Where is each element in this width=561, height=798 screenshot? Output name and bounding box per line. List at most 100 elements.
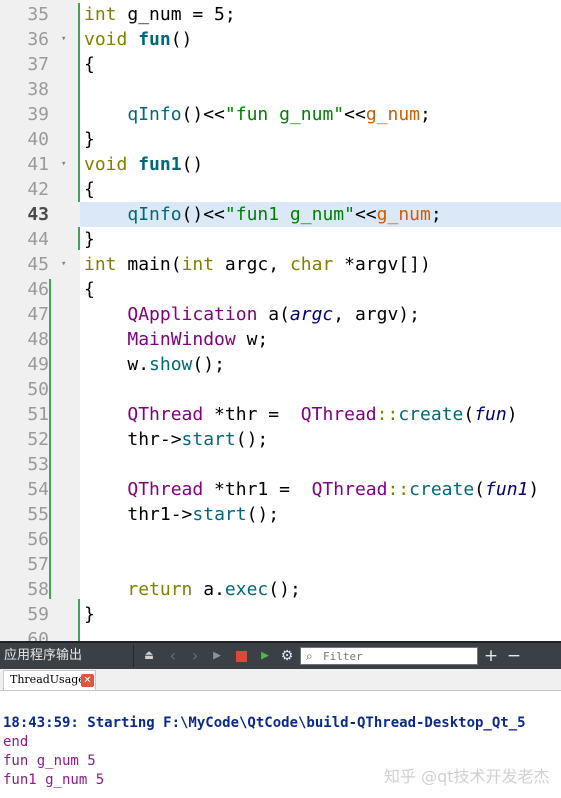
code-line[interactable]: 35 int g_num = 5; [0,2,561,27]
code-line[interactable]: 44 } [0,227,561,252]
code-text: { [84,179,95,200]
output-line: end [3,734,29,750]
code-line[interactable]: 49 w.show(); [0,352,561,377]
code-line[interactable]: 51 QThread *thr = QThread::create(fun) [0,402,561,427]
code-text: } [84,604,95,625]
remove-icon[interactable]: − [506,643,522,669]
line-number: 41 [27,154,49,175]
line-number: 37 [27,54,49,75]
code-text: { [84,279,95,300]
code-line[interactable]: 41 ▾ void fun1() [0,152,561,177]
line-number: 60 [27,629,49,641]
code-text: void fun1() [84,154,204,175]
close-icon[interactable]: ✕ [81,674,94,687]
settings-icon[interactable]: ⚙ [279,643,295,669]
line-number: 44 [27,229,49,250]
code-line[interactable]: 36 ▾ void fun() [0,27,561,52]
code-line[interactable]: 48 MainWindow w; [0,327,561,352]
code-line[interactable]: 42 { [0,177,561,202]
stop-icon[interactable] [233,643,249,669]
next-icon[interactable]: › [187,643,203,669]
code-line[interactable]: 38 [0,77,561,102]
code-text: int g_num = 5; [84,4,236,25]
line-number: 59 [27,604,49,625]
code-text: int main(int argc, char *argv[]) [84,254,431,275]
tab-label: ThreadUsage [10,673,85,686]
code-text: QThread *thr1 = QThread::create(fun1) [127,479,540,500]
fold-arrow-icon[interactable]: ▾ [61,152,66,177]
code-line[interactable]: 46 { [0,277,561,302]
code-text: thr->start(); [127,429,269,450]
current-code-line[interactable]: 43 qInfo()<<"fun1 g_num"<<g_num; [0,202,561,227]
search-icon: ⌕ [306,649,313,663]
code-line[interactable]: 58 return a.exec(); [0,577,561,602]
code-line[interactable]: 56 [0,527,561,552]
line-number: 57 [27,554,49,575]
add-icon[interactable]: + [483,643,499,669]
line-number: 54 [27,479,49,500]
line-number: 55 [27,504,49,525]
output-pane-toolbar: 应用程序输出 ⏏ ‹ › ▶ ▶ ⚙ ⌕ + − [0,641,561,669]
line-number: 49 [27,354,49,375]
code-text: w.show(); [127,354,225,375]
code-line[interactable]: 52 thr->start(); [0,427,561,452]
code-text: void fun() [84,29,193,50]
code-text: QApplication a(argc, argv); [127,304,420,325]
fold-arrow-icon[interactable]: ▾ [61,252,66,277]
pane-title: 应用程序输出 [4,648,83,663]
code-line[interactable]: 60 [0,627,561,641]
code-editor[interactable]: 35 int g_num = 5; 36 ▾ void fun() 37 { 38… [0,0,561,641]
line-number: 56 [27,529,49,550]
line-number: 46 [27,279,49,300]
code-line[interactable]: 54 QThread *thr1 = QThread::create(fun1) [0,477,561,502]
code-text: qInfo()<<"fun g_num"<<g_num; [127,104,431,125]
attach-icon[interactable]: ⏏ [141,643,157,669]
line-number: 36 [27,29,49,50]
code-line[interactable]: 39 qInfo()<<"fun g_num"<<g_num; [0,102,561,127]
line-number: 58 [27,579,49,600]
line-number: 35 [27,4,49,25]
filter-input[interactable] [323,648,473,664]
line-number: 51 [27,404,49,425]
line-number: 53 [27,454,49,475]
code-text: } [84,129,95,150]
line-number: 39 [27,104,49,125]
code-text: thr1->start(); [127,504,280,525]
code-line[interactable]: 47 QApplication a(argc, argv); [0,302,561,327]
fold-arrow-icon[interactable]: ▾ [61,27,66,52]
code-line[interactable]: 40 } [0,127,561,152]
output-line: 18:43:59: Starting F:\MyCode\QtCode\buil… [3,715,526,731]
line-number: 45 [27,254,49,275]
code-text: return a.exec(); [127,579,301,600]
line-number: 38 [27,79,49,100]
line-number: 42 [27,179,49,200]
code-line[interactable]: 55 thr1->start(); [0,502,561,527]
toolbar-separator [133,645,134,667]
code-text: } [84,229,95,250]
line-number: 50 [27,379,49,400]
code-line[interactable]: 50 [0,377,561,402]
code-line[interactable]: 37 { [0,52,561,77]
code-text: qInfo()<<"fun1 g_num"<<g_num; [127,204,442,225]
line-number: 47 [27,304,49,325]
code-line[interactable]: 45 ▾ int main(int argc, char *argv[]) [0,252,561,277]
line-number: 48 [27,329,49,350]
watermark: 知乎 @qt技术开发老杰 [384,767,550,786]
output-line: fun g_num 5 [3,753,96,769]
line-number: 52 [27,429,49,450]
code-line[interactable]: 53 [0,452,561,477]
output-line: fun1 g_num 5 [3,772,105,788]
code-text: { [84,54,95,75]
debug-run-icon[interactable]: ▶ [256,643,274,669]
prev-icon[interactable]: ‹ [165,643,181,669]
output-tab-bar: ThreadUsage ✕ [0,669,561,691]
code-line[interactable]: 59 } [0,602,561,627]
run-icon[interactable]: ▶ [209,643,225,669]
line-number: 40 [27,129,49,150]
code-text: QThread *thr = QThread::create(fun) [127,404,518,425]
line-number: 43 [27,204,49,225]
filter-box[interactable]: ⌕ [300,647,478,665]
code-text: MainWindow w; [127,329,269,350]
code-line[interactable]: 57 [0,552,561,577]
tab-threadusage[interactable]: ThreadUsage ✕ [3,670,96,690]
